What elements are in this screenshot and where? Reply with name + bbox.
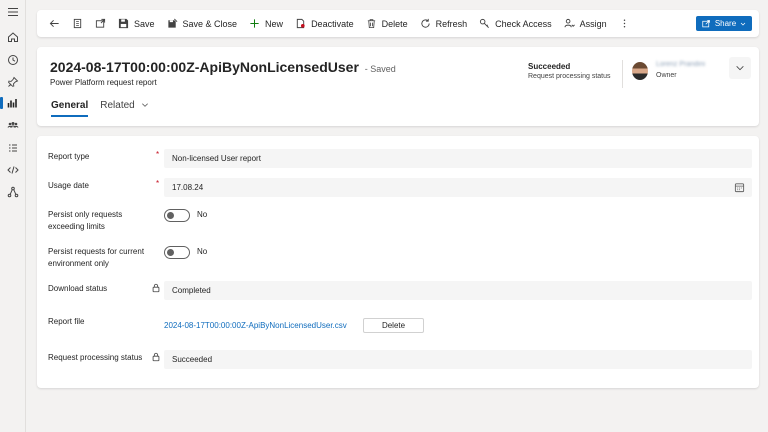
- new-button[interactable]: New: [243, 10, 289, 37]
- tab-general[interactable]: General: [51, 100, 89, 117]
- processing-status-label: Request processing status: [48, 353, 143, 362]
- save-close-button[interactable]: Save & Close: [161, 10, 244, 37]
- report-file-link[interactable]: 2024-08-17T00:00:00Z-ApiByNonLicensedUse…: [164, 321, 347, 330]
- refresh-icon: [421, 18, 430, 28]
- users-icon[interactable]: [5, 118, 21, 132]
- report-file-delete-button[interactable]: Delete: [363, 318, 424, 333]
- record-title: 2024-08-17T00:00:00Z-ApiByNonLicensedUse…: [50, 59, 396, 75]
- tab-list: General Related: [51, 100, 161, 117]
- deactivate-button[interactable]: Deactivate: [289, 10, 360, 37]
- persist-env-value: No: [197, 247, 208, 256]
- home-icon[interactable]: [5, 30, 21, 44]
- check-access-button[interactable]: Check Access: [473, 10, 558, 37]
- share-icon: [702, 20, 710, 28]
- owner-name[interactable]: Lorenz Prandini: [656, 61, 705, 68]
- refresh-label: Refresh: [435, 18, 468, 29]
- calendar-icon[interactable]: [734, 182, 745, 193]
- header-expand-button[interactable]: [729, 57, 751, 79]
- lock-icon: [152, 352, 160, 362]
- form-view-button[interactable]: [66, 10, 89, 37]
- download-status-label: Download status: [48, 284, 108, 293]
- refresh-button[interactable]: Refresh: [414, 10, 474, 37]
- general-form: Report type * Non-licensed User report U…: [37, 136, 759, 388]
- left-rail: [0, 0, 26, 432]
- flow-icon[interactable]: [5, 185, 21, 199]
- rail-active-indicator: [0, 97, 3, 109]
- record-header: 2024-08-17T00:00:00Z-ApiByNonLicensedUse…: [37, 47, 759, 126]
- deactivate-icon: [296, 18, 305, 29]
- recent-icon[interactable]: [5, 53, 21, 67]
- assign-button[interactable]: Assign: [558, 10, 613, 37]
- persist-env-toggle[interactable]: [164, 246, 190, 259]
- entity-name: Power Platform request report: [50, 78, 157, 87]
- header-status-label: Request processing status: [528, 73, 611, 80]
- owner-avatar[interactable]: [632, 62, 648, 80]
- record-title-text: 2024-08-17T00:00:00Z-ApiByNonLicensedUse…: [50, 59, 359, 75]
- save-close-label: Save & Close: [182, 18, 238, 29]
- usage-date-field[interactable]: 17.08.24: [164, 178, 752, 197]
- persist-env-label: Persist requests for current environment…: [48, 247, 145, 268]
- header-separator: [622, 60, 623, 88]
- owner-label: Owner: [656, 72, 677, 79]
- share-chevron-icon: [740, 22, 746, 26]
- report-type-field[interactable]: Non-licensed User report: [164, 149, 752, 168]
- list-icon[interactable]: [5, 141, 21, 155]
- open-window-icon: [95, 18, 106, 28]
- plus-icon: [250, 19, 259, 28]
- hamburger-icon[interactable]: [5, 5, 21, 19]
- tab-related[interactable]: Related: [100, 100, 148, 117]
- code-icon[interactable]: [5, 163, 21, 177]
- delete-button[interactable]: Delete: [360, 10, 414, 37]
- key-icon: [480, 18, 490, 28]
- more-commands-button[interactable]: [613, 10, 636, 37]
- save-status: - Saved: [364, 64, 396, 74]
- pin-icon[interactable]: [5, 75, 21, 89]
- save-label: Save: [134, 18, 155, 29]
- more-vertical-icon: [623, 19, 625, 28]
- back-arrow-icon: [49, 19, 59, 28]
- trash-icon: [367, 19, 375, 29]
- share-button[interactable]: Share: [696, 16, 752, 31]
- save-close-icon: [167, 18, 177, 28]
- usage-date-label: Usage date: [48, 181, 89, 190]
- persist-limits-toggle[interactable]: [164, 209, 190, 222]
- new-label: New: [265, 18, 284, 29]
- assign-person-icon: [564, 18, 575, 28]
- download-status-field: Completed: [164, 281, 752, 300]
- document-icon: [73, 18, 82, 29]
- share-label: Share: [714, 19, 737, 28]
- open-new-window-button[interactable]: [89, 10, 112, 37]
- delete-label: Delete: [381, 18, 408, 29]
- report-file-label: Report file: [48, 317, 85, 326]
- required-indicator: *: [156, 179, 160, 188]
- chevron-down-icon: [736, 66, 744, 71]
- command-bar: Save Save & Close New Deactivate Delete …: [37, 10, 759, 37]
- processing-status-field: Succeeded: [164, 350, 752, 369]
- chevron-down-icon: [141, 103, 148, 108]
- required-indicator: *: [156, 150, 160, 159]
- tab-general-label: General: [51, 100, 89, 111]
- back-button[interactable]: [43, 10, 66, 37]
- tab-related-label: Related: [100, 100, 135, 111]
- usage-date-value: 17.08.24: [172, 183, 204, 192]
- persist-limits-value: No: [197, 210, 208, 219]
- persist-limits-label: Persist only requests exceeding limits: [48, 210, 123, 231]
- header-status-field: Succeeded Request processing status: [528, 62, 611, 80]
- reports-icon[interactable]: [5, 96, 21, 110]
- report-type-label: Report type: [48, 152, 90, 161]
- check-access-label: Check Access: [495, 18, 552, 29]
- lock-icon: [152, 283, 160, 293]
- save-button[interactable]: Save: [112, 10, 161, 37]
- assign-label: Assign: [579, 18, 607, 29]
- save-icon: [118, 18, 129, 29]
- header-status-value: Succeeded: [528, 62, 571, 71]
- deactivate-label: Deactivate: [311, 18, 354, 29]
